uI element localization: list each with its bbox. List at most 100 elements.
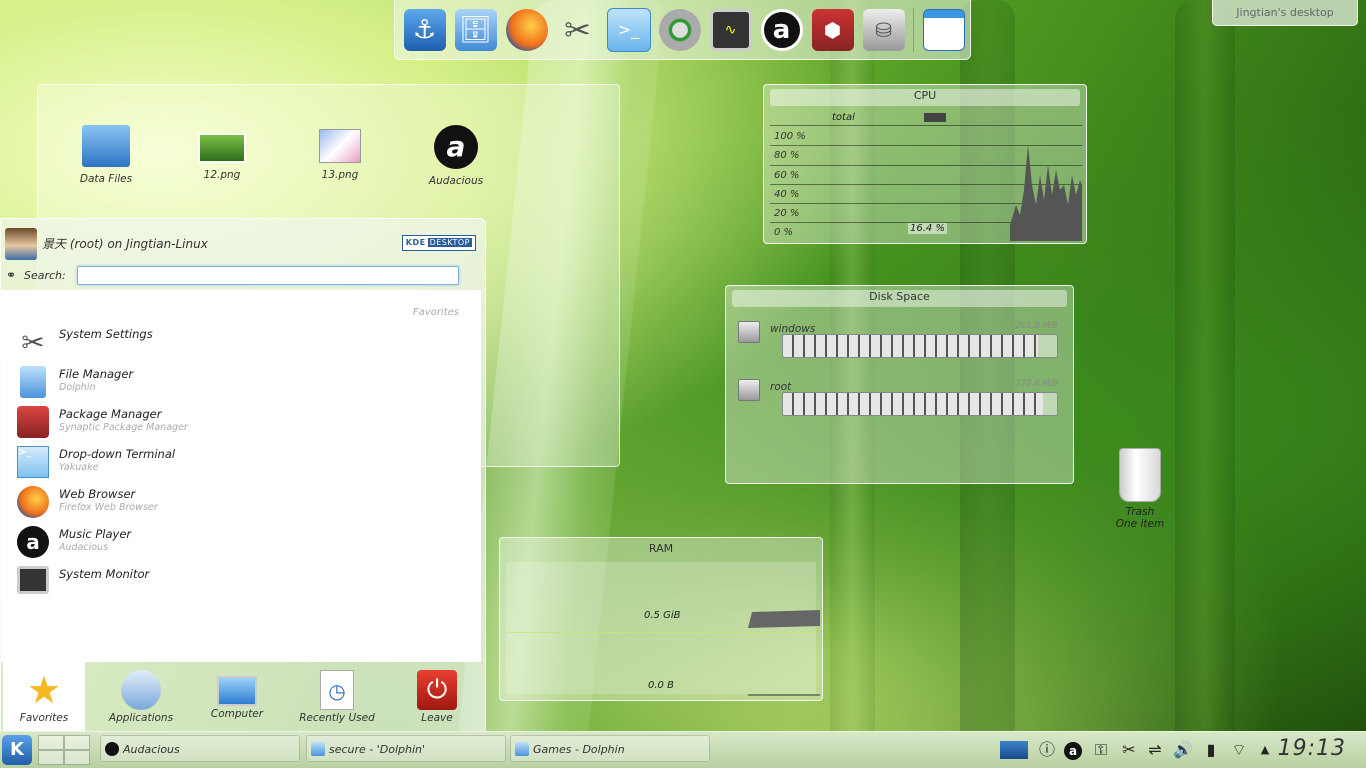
tab-recently-used[interactable]: ◷ Recently Used	[289, 662, 385, 732]
item-subtitle: Synaptic Package Manager	[59, 422, 188, 433]
pager-desktop[interactable]	[38, 750, 64, 765]
search-input[interactable]	[77, 266, 459, 285]
disk-size: 172.4 MiB	[1015, 379, 1058, 389]
cpu-monitor-widget: CPU total 100 % 80 % 60 % 40 % 20 % 0 % …	[763, 84, 1087, 244]
task-label: secure - 'Dolphin'	[329, 743, 426, 756]
search-label: Search:	[24, 269, 66, 282]
file-manager-launcher[interactable]: 🗄	[453, 7, 499, 53]
scissors-icon[interactable]: ✂	[1118, 738, 1140, 762]
cpu-current-value: 16.4 %	[908, 223, 947, 234]
favorite-system-monitor[interactable]: System Monitor	[17, 564, 457, 600]
key-icon[interactable]: ⚿	[1090, 738, 1112, 762]
file-manager-icon	[311, 742, 325, 756]
terminal-icon: >_	[17, 446, 49, 478]
disk-space-widget: Disk Space windows 201.9 MiB root 172.4 …	[725, 285, 1074, 484]
audacious-launcher[interactable]: a	[759, 7, 805, 53]
y-label: 100 %	[774, 131, 806, 142]
computer-icon	[217, 676, 257, 706]
trash-icon	[1119, 448, 1161, 502]
audacious-icon: a	[17, 526, 49, 558]
system-settings-launcher[interactable]: ✂	[555, 7, 601, 53]
favorite-file-manager[interactable]: File Manager Dolphin	[17, 364, 457, 400]
favorites-list: Favorites ✂ System Settings File Manager…	[1, 290, 481, 662]
disk-launcher[interactable]: ⛁	[861, 7, 907, 53]
system-monitor-icon	[17, 566, 49, 594]
ram-low-label: 0.0 B	[648, 680, 674, 691]
star-icon: ★	[26, 668, 62, 712]
desktop-file-12-png[interactable]: 12.png	[172, 125, 272, 181]
tab-leave[interactable]: ⏻ Leave	[389, 662, 485, 732]
favorite-package-manager[interactable]: Package Manager Synaptic Package Manager	[17, 404, 457, 440]
network-icon	[658, 8, 701, 51]
usb-icon[interactable]: ⇌	[1144, 738, 1166, 762]
tab-label: Favorites	[19, 712, 69, 724]
volume-icon[interactable]: 🔊	[1172, 738, 1194, 762]
wifi-icon[interactable]: ⌔	[1228, 738, 1250, 762]
y-label: 0 %	[774, 227, 794, 238]
package-manager-icon: ⬢	[811, 8, 854, 51]
item-name: System Settings	[59, 327, 153, 341]
badge-desktop-text: DESKTOP	[427, 238, 472, 247]
audacious-icon	[105, 742, 119, 756]
item-subtitle: Audacious	[59, 542, 109, 553]
desktop-file-audacious[interactable]: a Audacious	[406, 125, 506, 187]
ram-mid-label: 0.5 GiB	[644, 610, 681, 621]
package-manager-launcher[interactable]: ⬢	[810, 7, 856, 53]
image-icon	[319, 129, 361, 163]
item-subtitle: Yakuake	[59, 462, 99, 473]
disk-usage-bar	[782, 392, 1058, 416]
favorite-music-player[interactable]: a Music Player Audacious	[17, 524, 457, 560]
y-label: 40 %	[774, 189, 800, 200]
anchor-launcher[interactable]: ⚓	[402, 7, 448, 53]
desktop-activity-label[interactable]: Jingtian's desktop	[1212, 0, 1358, 26]
show-desktop-tray[interactable]	[1000, 738, 1030, 762]
file-manager-icon	[20, 366, 46, 398]
favorite-dropdown-terminal[interactable]: >_ Drop-down Terminal Yakuake	[17, 444, 457, 480]
item-name: Drop-down Terminal	[59, 447, 176, 461]
system-settings-icon: ✂	[21, 326, 45, 359]
trash-icon-desktop[interactable]: Trash One item	[1105, 448, 1175, 530]
disk-row-windows[interactable]: windows 201.9 MiB	[738, 321, 1058, 371]
terminal-launcher[interactable]: >_	[606, 7, 652, 53]
favorite-web-browser[interactable]: Web Browser Firefox Web Browser	[17, 484, 457, 520]
launcher-separator	[913, 7, 914, 52]
pager-desktop[interactable]	[64, 735, 90, 750]
tab-applications[interactable]: Applications	[93, 662, 189, 732]
favorite-system-settings[interactable]: ✂ System Settings	[17, 324, 457, 360]
network-launcher[interactable]	[657, 7, 703, 53]
applications-icon	[121, 670, 161, 710]
desktop-file-13-png[interactable]: 13.png	[290, 125, 390, 181]
hard-disk-icon	[738, 321, 760, 343]
kde-menu-button[interactable]: K	[2, 735, 32, 765]
pager-desktop[interactable]	[64, 750, 90, 765]
terminal-icon: >_	[606, 7, 651, 52]
cpu-graph: 100 % 80 % 60 % 40 % 20 % 0 % 16.4 %	[770, 115, 1082, 241]
battery-icon[interactable]: ▮	[1200, 738, 1222, 762]
package-manager-icon	[17, 406, 49, 438]
widget-title: Disk Space	[869, 290, 930, 303]
ram-graph: 0.5 GiB 0.0 B	[506, 562, 820, 696]
task-dolphin-secure[interactable]: secure - 'Dolphin'	[306, 735, 506, 762]
cpu-usage-area	[1010, 145, 1082, 241]
system-monitor-launcher[interactable]: ∿	[708, 7, 754, 53]
pager-desktop[interactable]	[38, 735, 64, 750]
system-settings-icon: ✂	[564, 10, 591, 49]
clock[interactable]: 19:13	[1278, 736, 1346, 761]
tab-label: Applications	[108, 712, 174, 724]
disk-row-root[interactable]: root 172.4 MiB	[738, 379, 1058, 429]
task-audacious[interactable]: Audacious	[100, 735, 300, 762]
tab-favorites[interactable]: ★ Favorites	[3, 662, 85, 732]
audacious-tray-icon[interactable]: a	[1062, 738, 1084, 762]
grid-line	[770, 125, 1082, 126]
tab-computer[interactable]: Computer	[189, 662, 285, 732]
desktop-file-data-files[interactable]: Data Files	[56, 125, 156, 185]
firefox-icon	[17, 486, 49, 518]
info-icon[interactable]: ⓘ	[1036, 738, 1058, 762]
section-header: Favorites	[412, 307, 459, 318]
show-desktop-launcher[interactable]	[921, 7, 967, 53]
tray-expand-icon[interactable]: ▲	[1254, 738, 1276, 762]
item-subtitle: Firefox Web Browser	[59, 502, 158, 513]
task-dolphin-games[interactable]: Games - Dolphin	[510, 735, 710, 762]
ram-monitor-widget: RAM 0.5 GiB 0.0 B	[499, 537, 823, 701]
firefox-launcher[interactable]	[504, 7, 550, 53]
